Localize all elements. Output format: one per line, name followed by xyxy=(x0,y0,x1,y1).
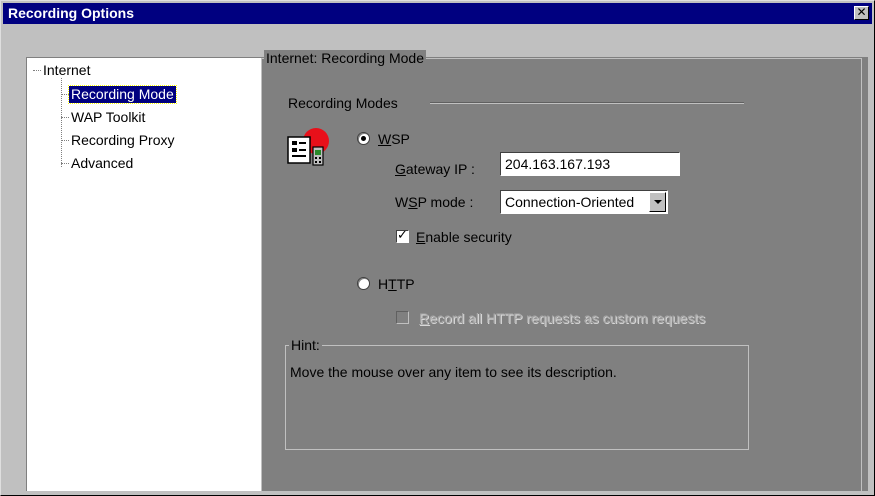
close-button[interactable]: ✕ xyxy=(854,6,869,20)
title-bar[interactable]: Recording Options ✕ xyxy=(3,3,872,24)
enable-security-checkbox[interactable]: ✓ xyxy=(396,227,409,243)
tree-connector xyxy=(33,70,41,71)
tree-item-internet[interactable]: Internet xyxy=(41,62,92,79)
gateway-ip-input[interactable]: 204.163.167.193 xyxy=(500,152,680,176)
record-custom-requests-label[interactable]: Record all HTTP requests as custom reque… xyxy=(419,310,705,326)
http-radio[interactable] xyxy=(357,277,370,290)
wap-phone-icon xyxy=(286,123,332,167)
options-tree[interactable]: Internet Recording Mode WAP Toolkit Reco… xyxy=(26,57,262,491)
close-icon: ✕ xyxy=(856,5,867,19)
wsp-mode-label: WSP mode : xyxy=(395,194,474,210)
tree-connector xyxy=(61,78,62,167)
hint-title: Hint: xyxy=(289,337,322,353)
record-custom-requests-checkbox[interactable] xyxy=(396,311,409,324)
wsp-radio-label[interactable]: WSP xyxy=(378,131,410,147)
tree-connector xyxy=(61,94,69,95)
recording-options-window: Recording Options ✕ Internet Recording M… xyxy=(0,0,875,496)
options-content: Internet: Recording Mode Recording Modes xyxy=(261,50,868,492)
hint-group: Hint: Move the mouse over any item to se… xyxy=(285,337,749,450)
group-title: Internet: Recording Mode xyxy=(264,50,426,66)
http-radio-label[interactable]: HTTP xyxy=(378,276,415,292)
tree-item-wap-toolkit[interactable]: WAP Toolkit xyxy=(69,109,147,126)
tree-connector xyxy=(61,163,69,164)
window-title: Recording Options xyxy=(8,5,134,21)
recording-modes-heading: Recording Modes xyxy=(288,95,398,111)
wsp-mode-select[interactable]: Connection-Oriented xyxy=(500,190,668,214)
section-separator xyxy=(430,102,744,104)
wsp-mode-value: Connection-Oriented xyxy=(505,194,635,210)
radio-selected-dot xyxy=(361,136,366,141)
wsp-radio[interactable] xyxy=(357,132,370,145)
tree-item-recording-mode[interactable]: Recording Mode xyxy=(68,85,177,104)
tree-item-recording-proxy[interactable]: Recording Proxy xyxy=(69,132,177,149)
wsp-mode-dropdown-button[interactable] xyxy=(649,192,666,212)
tree-connector xyxy=(61,117,69,118)
chevron-down-icon xyxy=(654,200,662,204)
gateway-ip-label: Gateway IP : xyxy=(395,161,475,177)
tree-item-advanced[interactable]: Advanced xyxy=(69,155,135,172)
hint-text: Move the mouse over any item to see its … xyxy=(290,364,617,380)
checkmark-icon: ✓ xyxy=(397,227,408,242)
enable-security-label[interactable]: Enable security xyxy=(416,229,512,245)
tree-connector xyxy=(61,140,69,141)
